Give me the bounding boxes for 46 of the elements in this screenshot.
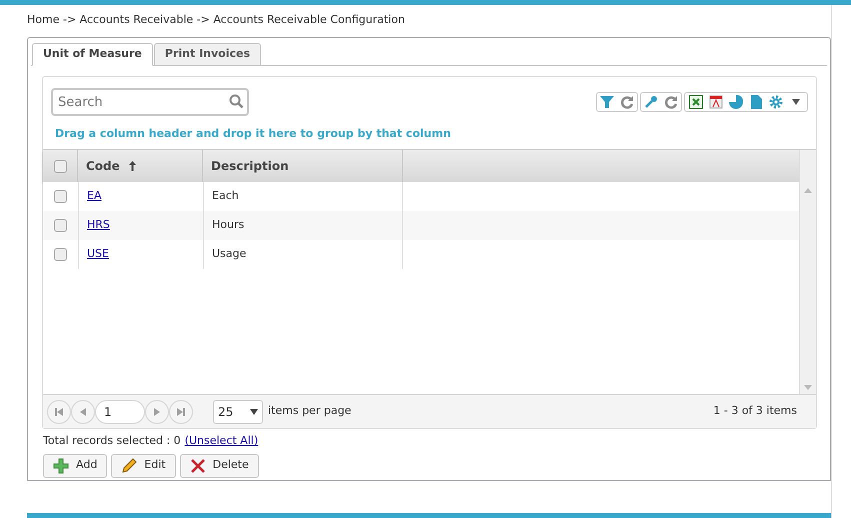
table-cell-text: Usage — [212, 246, 246, 262]
search-field[interactable]: Search — [51, 88, 249, 116]
search-icon — [229, 94, 244, 109]
plus-icon — [53, 458, 69, 474]
tab[interactable]: Print Invoices — [154, 43, 262, 66]
spreadsheet-icon[interactable] — [686, 93, 706, 111]
code-link[interactable]: HRS — [87, 217, 110, 234]
scroll-up-icon[interactable] — [804, 188, 812, 193]
previous-page-button[interactable] — [71, 400, 95, 424]
table-cell-text: Each — [212, 188, 239, 204]
column-header[interactable]: Code — [86, 157, 120, 175]
code-link[interactable]: USE — [87, 246, 109, 263]
checkbox[interactable] — [54, 160, 66, 172]
triangle-left-icon — [79, 408, 87, 416]
checkbox[interactable] — [54, 219, 67, 232]
checkbox[interactable] — [54, 248, 67, 261]
pie-chart-icon[interactable] — [726, 93, 746, 111]
unselect-all-link[interactable]: (Unselect All) — [184, 433, 258, 450]
filter-icon[interactable] — [597, 93, 617, 111]
next-page-button[interactable] — [145, 400, 169, 424]
tab[interactable]: Unit of Measure — [32, 43, 153, 66]
add-button[interactable]: Add — [43, 454, 108, 478]
scrollbar[interactable] — [799, 150, 816, 394]
skip-back-icon — [55, 408, 63, 416]
edit-button[interactable]: Edit — [111, 454, 176, 478]
page-field[interactable]: 1 — [95, 400, 145, 424]
first-page-button[interactable] — [47, 400, 71, 424]
table-cell-text: Hours — [212, 217, 244, 234]
sort-arrow-icon — [128, 161, 136, 171]
pencil-icon — [121, 458, 138, 474]
pager-summary: 1 - 3 of 3 items — [713, 403, 797, 420]
last-page-button[interactable] — [169, 400, 193, 424]
caret-icon — [250, 408, 258, 414]
scroll-down-icon[interactable] — [804, 385, 812, 390]
code-link[interactable]: EA — [87, 188, 102, 205]
selection-count: Total records selected : 0 — [43, 433, 181, 449]
breadcrumb: Home -> Accounts Receivable -> Accounts Receivable Configuration — [27, 12, 406, 28]
skip-forward-icon — [177, 408, 185, 416]
triangle-right-icon — [153, 408, 161, 416]
x-icon — [190, 458, 206, 474]
checkbox[interactable] — [54, 190, 67, 203]
column-header[interactable]: Description — [211, 157, 289, 175]
group-hint: Drag a column header and drop it here to group by that column — [55, 126, 452, 142]
delete-button[interactable]: Delete — [180, 454, 259, 478]
per-page-label: items per page — [268, 403, 352, 420]
page-size-dropdown[interactable]: 25 — [213, 400, 263, 424]
